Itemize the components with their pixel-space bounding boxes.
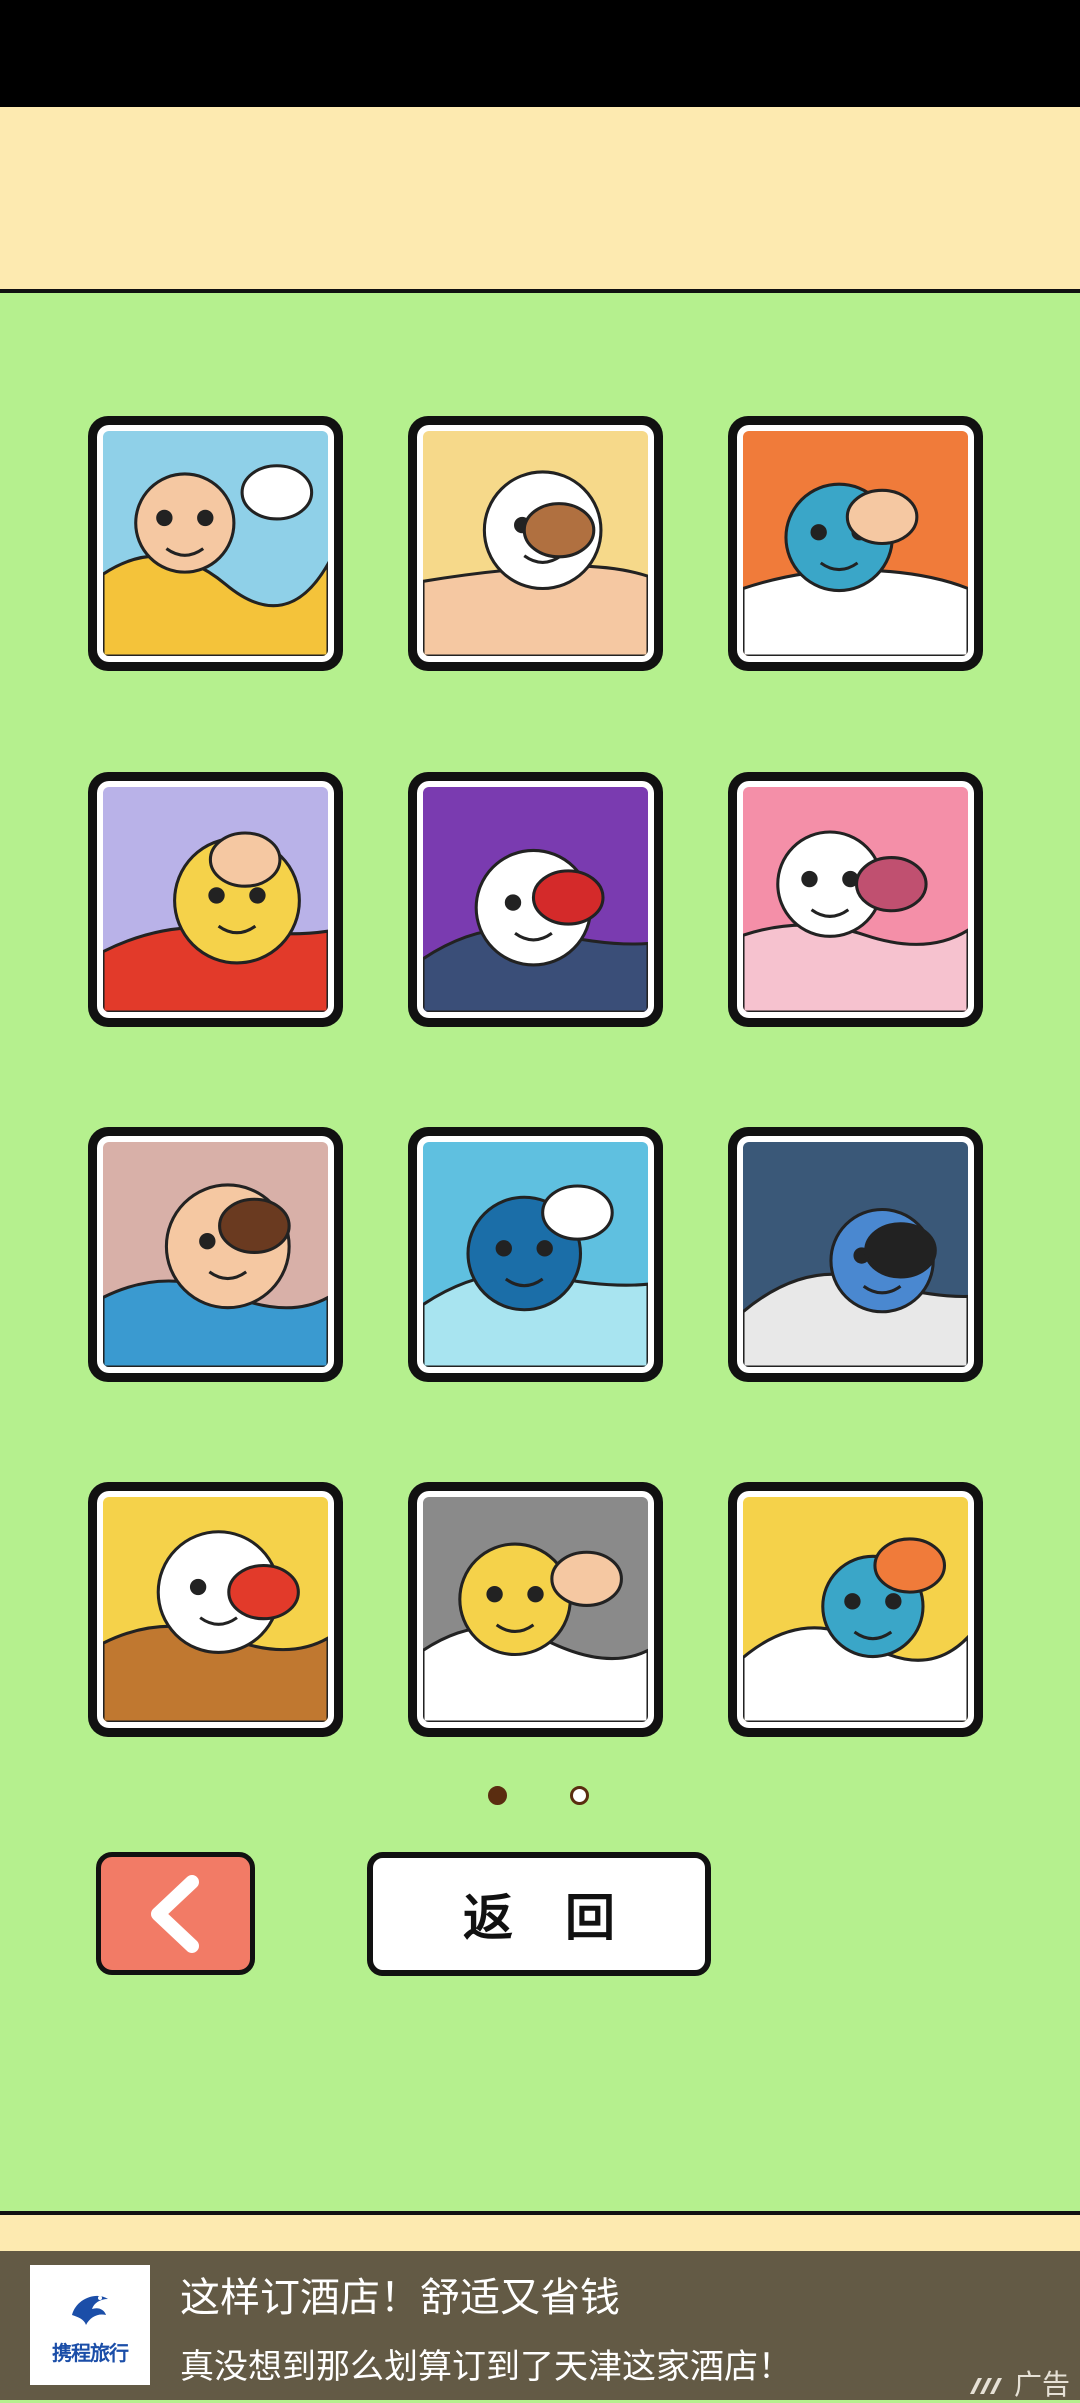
ad-title[interactable]: 这样订酒店！舒适又省钱 (180, 2265, 620, 2323)
tile-frame (737, 425, 974, 662)
gallery-tile-5[interactable] (408, 772, 663, 1027)
top-band (0, 107, 1080, 293)
tile-frame (737, 1491, 974, 1728)
comic-panel-image (103, 787, 328, 1012)
comic-panel-image (103, 1497, 328, 1722)
gallery-tile-6[interactable] (728, 772, 983, 1027)
comic-panel-image (423, 787, 648, 1012)
tile-frame (737, 1136, 974, 1373)
gallery-tile-12[interactable] (728, 1482, 983, 1737)
back-button-label: 返回 (463, 1889, 667, 1947)
tile-frame (417, 1491, 654, 1728)
ad-description[interactable]: 真没想到那么划算订到了天津这家酒店！ (180, 2339, 792, 2388)
status-bar (0, 0, 1080, 107)
comic-panel-image (743, 787, 968, 1012)
tile-frame (417, 1136, 654, 1373)
gallery-tile-1[interactable] (88, 416, 343, 671)
tile-frame (417, 781, 654, 1018)
tile-frame (97, 1491, 334, 1728)
chevron-left-icon (150, 1874, 199, 1953)
dolphin-logo-icon (72, 2295, 108, 2325)
tile-frame (97, 425, 334, 662)
page-dot-active[interactable] (488, 1786, 507, 1805)
comic-panel-image (423, 1142, 648, 1367)
gallery-tile-10[interactable] (88, 1482, 343, 1737)
comic-panel-image (103, 431, 328, 656)
ad-logo[interactable]: 携程旅行 (30, 2265, 150, 2385)
comic-panel-image (743, 1142, 968, 1367)
gallery-tile-7[interactable] (88, 1127, 343, 1382)
comic-panel-image (743, 431, 968, 656)
previous-page-button[interactable] (96, 1852, 255, 1975)
ad-label: 广告 (968, 2363, 1070, 2403)
ad-brand: 携程旅行 (52, 2340, 129, 2365)
comic-panel-image (743, 1497, 968, 1722)
page-indicator (488, 1786, 592, 1808)
comic-panel-image (423, 431, 648, 656)
gallery-tile-9[interactable] (728, 1127, 983, 1382)
gallery-grid (88, 416, 992, 1739)
comic-panel-image (423, 1497, 648, 1722)
back-button[interactable]: 返回 (367, 1852, 711, 1976)
gallery-tile-2[interactable] (408, 416, 663, 671)
gallery-tile-4[interactable] (88, 772, 343, 1027)
gallery-tile-11[interactable] (408, 1482, 663, 1737)
tile-frame (417, 425, 654, 662)
tile-frame (97, 781, 334, 1018)
page-dot-inactive[interactable] (570, 1786, 589, 1805)
ad-banner[interactable]: 携程旅行 这样订酒店！舒适又省钱 真没想到那么划算订到了天津这家酒店！ 广告 (0, 2251, 1080, 2403)
ad-label-text: 广告 (1013, 2368, 1070, 2401)
tile-frame (737, 781, 974, 1018)
gallery-tile-8[interactable] (408, 1127, 663, 1382)
ad-network-icon (969, 2378, 1002, 2394)
gallery-tile-3[interactable] (728, 416, 983, 671)
bottom-band (0, 2211, 1080, 2255)
tile-frame (97, 1136, 334, 1373)
comic-panel-image (103, 1142, 328, 1367)
